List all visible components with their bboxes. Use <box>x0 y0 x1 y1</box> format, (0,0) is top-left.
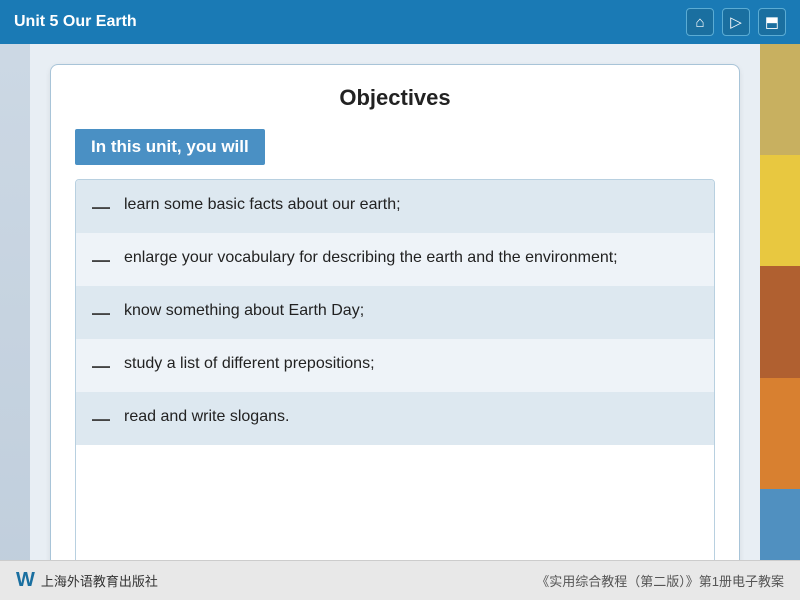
objective-item: — enlarge your vocabulary for describing … <box>76 233 714 286</box>
forward-icon[interactable]: ▷ <box>722 8 750 36</box>
objectives-card: Objectives In this unit, you will — learn… <box>50 64 740 590</box>
book-1 <box>760 44 800 155</box>
objective-text: read and write slogans. <box>124 405 289 428</box>
home-icon[interactable]: ⌂ <box>686 8 714 36</box>
bottom-bar: W 上海外语教育出版社 《实用综合教程（第二版）》第1册电子教案 <box>0 560 800 600</box>
main-area: Objectives In this unit, you will — learn… <box>0 44 800 600</box>
objective-item: — study a list of different prepositions; <box>76 339 714 392</box>
objective-text: learn some basic facts about our earth; <box>124 193 401 216</box>
unit-banner: In this unit, you will <box>75 129 265 165</box>
objective-dash: — <box>92 406 110 432</box>
header-icons: ⌂ ▷ ⬒ <box>686 8 786 36</box>
publisher-logo: W 上海外语教育出版社 <box>16 569 158 592</box>
book-info: 《实用综合教程（第二版）》第1册电子教案 <box>536 571 784 590</box>
header-title: Unit 5 Our Earth <box>14 13 137 31</box>
publisher-icon: W <box>16 569 35 592</box>
share-icon[interactable]: ⬒ <box>758 8 786 36</box>
objective-item: — know something about Earth Day; <box>76 286 714 339</box>
objective-item: — read and write slogans. <box>76 392 714 445</box>
objective-text: enlarge your vocabulary for describing t… <box>124 246 618 269</box>
book-2 <box>760 155 800 266</box>
publisher-name: 上海外语教育出版社 <box>41 571 158 590</box>
left-decoration <box>0 44 30 600</box>
objective-dash: — <box>92 247 110 273</box>
objective-text: know something about Earth Day; <box>124 299 364 322</box>
book-4 <box>760 378 800 489</box>
objective-dash: — <box>92 194 110 220</box>
header: Unit 5 Our Earth ⌂ ▷ ⬒ <box>0 0 800 44</box>
card-title: Objectives <box>75 85 715 111</box>
content-area: Objectives In this unit, you will — learn… <box>30 44 760 600</box>
objective-item: — learn some basic facts about our earth; <box>76 180 714 233</box>
objectives-list: — learn some basic facts about our earth;… <box>75 179 715 569</box>
objective-dash: — <box>92 300 110 326</box>
book-3 <box>760 266 800 377</box>
right-decoration <box>760 44 800 600</box>
objective-text: study a list of different prepositions; <box>124 352 375 375</box>
objective-dash: — <box>92 353 110 379</box>
